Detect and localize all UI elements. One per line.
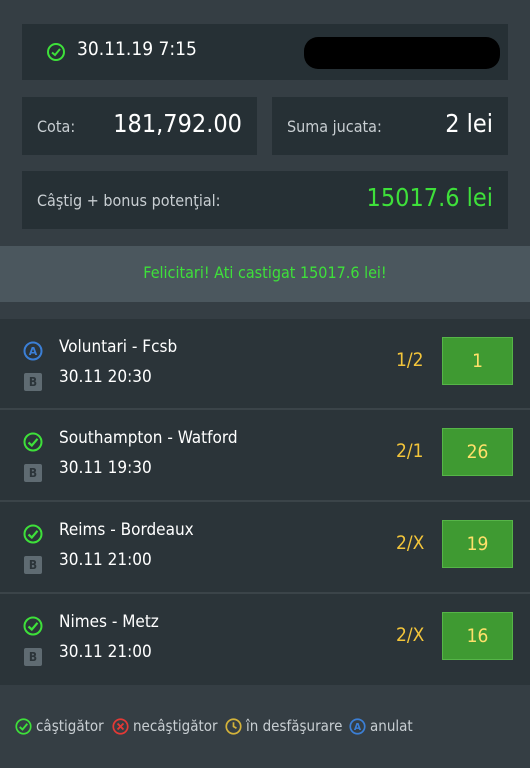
annulled-icon: A — [23, 341, 43, 361]
legend-pending-label: în desfăşurare — [246, 717, 343, 735]
win-check-icon — [15, 718, 32, 735]
bet-type-badge: B — [24, 648, 42, 666]
win-check-icon — [47, 43, 65, 61]
match-time: 30.11 21:00 — [59, 550, 152, 570]
match-list: A B Voluntari - Fcsb 30.11 20:30 1/2 1 B… — [0, 319, 530, 685]
potential-win-box: Câştig + bonus potenţial: 15017.6 lei — [22, 171, 508, 229]
svg-text:A: A — [29, 345, 38, 358]
ticket-date-box: 30.11.19 7:15 — [22, 24, 508, 80]
cota-box: Cota: 181,792.00 — [22, 97, 257, 155]
match-time: 30.11 21:00 — [59, 642, 152, 662]
match-result-box[interactable]: 16 — [442, 612, 513, 660]
cota-value: 181,792.00 — [113, 109, 242, 138]
cota-label: Cota: — [37, 117, 76, 136]
match-row[interactable]: B Southampton - Watford 30.11 19:30 2/1 … — [0, 410, 530, 501]
match-time: 30.11 19:30 — [59, 458, 152, 478]
congrats-banner: Felicitari! Ati castigat 15017.6 lei! — [0, 246, 530, 302]
match-pick: 2/X — [396, 532, 425, 554]
pending-clock-icon — [225, 718, 242, 735]
match-teams: Southampton - Watford — [59, 428, 238, 448]
bet-type-badge: B — [24, 464, 42, 482]
match-row[interactable]: A B Voluntari - Fcsb 30.11 20:30 1/2 1 — [0, 319, 530, 410]
match-result-box[interactable]: 26 — [442, 428, 513, 476]
ticket-header: 30.11.19 7:15 Cota: 181,792.00 Suma juca… — [0, 0, 530, 245]
svg-text:A: A — [354, 722, 362, 733]
stake-value: 2 lei — [445, 109, 493, 138]
match-teams: Voluntari - Fcsb — [59, 337, 178, 357]
match-teams: Reims - Bordeaux — [59, 520, 194, 540]
potential-win-value: 15017.6 lei — [366, 183, 493, 212]
annulled-icon: A — [349, 718, 366, 735]
match-time: 30.11 20:30 — [59, 367, 152, 387]
match-row[interactable]: B Nimes - Metz 30.11 21:00 2/X 16 — [0, 594, 530, 685]
match-result-box[interactable]: 1 — [442, 337, 513, 385]
potential-win-label: Câştig + bonus potenţial: — [37, 191, 221, 210]
match-pick: 2/X — [396, 624, 425, 646]
match-result-box[interactable]: 19 — [442, 520, 513, 568]
stake-box: Suma jucata: 2 lei — [272, 97, 508, 155]
match-pick: 1/2 — [396, 349, 424, 371]
match-pick: 2/1 — [396, 440, 424, 462]
legend-lost-label: necâştigător — [133, 717, 218, 735]
bet-type-badge: B — [24, 556, 42, 574]
match-teams: Nimes - Metz — [59, 612, 159, 632]
redacted-ticket-id — [304, 37, 500, 69]
win-check-icon — [23, 616, 43, 636]
legend-annulled-label: anulat — [370, 717, 413, 735]
win-check-icon — [23, 524, 43, 544]
match-row[interactable]: B Reims - Bordeaux 30.11 21:00 2/X 19 — [0, 502, 530, 593]
bet-type-badge: B — [24, 373, 42, 391]
status-legend: câştigător necâştigător în desfăşurare A… — [0, 700, 530, 750]
win-check-icon — [23, 432, 43, 452]
stake-label: Suma jucata: — [287, 117, 382, 136]
lost-x-icon — [112, 718, 129, 735]
ticket-datetime: 30.11.19 7:15 — [77, 38, 197, 60]
legend-win-label: câştigător — [36, 717, 104, 735]
congrats-text: Felicitari! Ati castigat 15017.6 lei! — [143, 263, 387, 282]
